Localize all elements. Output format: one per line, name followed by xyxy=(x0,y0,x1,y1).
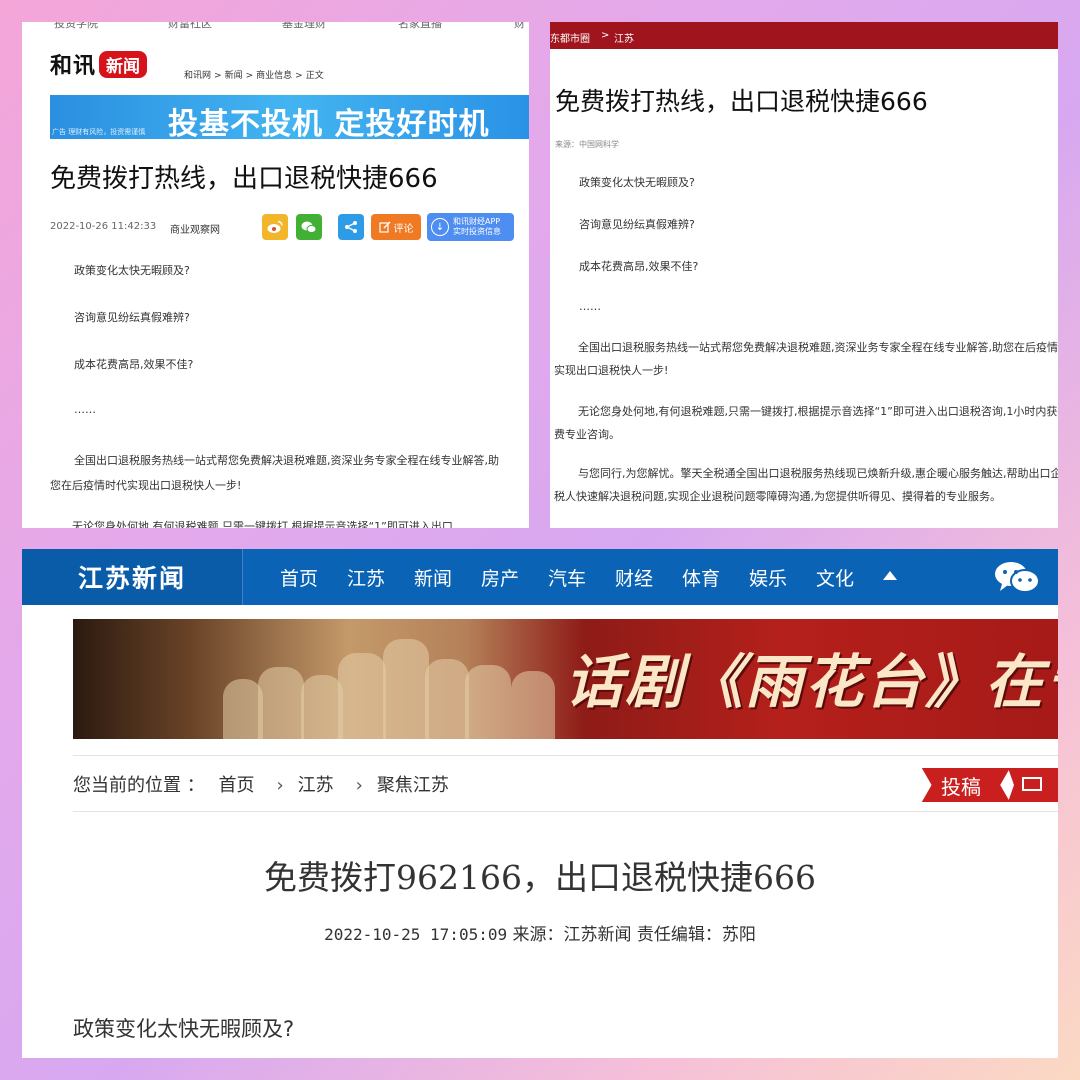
comment-label: 评论 xyxy=(393,223,414,235)
breadcrumb-separator: > xyxy=(214,71,222,81)
sculpture-figure xyxy=(258,667,304,739)
ad-banner[interactable]: 投基不投机 定投好时机 广告 理财有风险，投资需谨慎 xyxy=(50,95,529,142)
hero-title: 话剧《雨花台》在宁 xyxy=(565,648,1058,716)
breadcrumb-item[interactable]: 东都市圈 xyxy=(550,30,590,45)
paragraph: 政策变化太快无暇顾及? xyxy=(74,264,190,277)
weibo-icon xyxy=(267,220,283,233)
paragraph: 成本花费高昂,效果不佳? xyxy=(74,358,194,371)
wechat-icon[interactable] xyxy=(994,560,1040,594)
jiangsu-article-screenshot: 江苏新闻 首页 江苏 新闻 房产 汽车 财经 体育 娱乐 文化 话剧《雨花台》在… xyxy=(22,549,1058,1058)
hexun-logo[interactable]: 和讯 新闻 xyxy=(50,50,148,79)
paragraph: 成本花费高昂,效果不佳? xyxy=(579,260,699,273)
edit-icon xyxy=(378,221,390,233)
breadcrumb-item[interactable]: 首页 xyxy=(218,775,254,796)
sculpture-figure xyxy=(223,679,263,739)
sculpture-figure xyxy=(383,639,429,739)
breadcrumb-item[interactable]: 江苏 xyxy=(298,775,334,796)
paragraph: 无论您身处何地,有何退税难题,只需一键拨打,根据提示音选择“1”即可进入出口退税… xyxy=(554,405,1058,441)
app-download-button[interactable]: ↓ 和讯财经APP 实时投资信息 xyxy=(427,213,514,241)
chevron-right-icon: › xyxy=(276,775,284,796)
divider xyxy=(73,755,1058,756)
top-nav: 投资学院 财富社区 基金理财 名家直播 财 xyxy=(22,22,529,31)
top-nav-item[interactable]: 基金理财 xyxy=(282,22,326,31)
nav-item[interactable]: 财经 xyxy=(615,564,653,591)
dongfang-article-screenshot: 东都市圈 > 江苏 免费拨打热线，出口退税快捷666 来源：中国网科学 政策变化… xyxy=(550,22,1058,528)
collapse-arrow-icon[interactable] xyxy=(883,571,897,580)
logo-brand: 和讯 xyxy=(50,54,97,79)
main-nav: 江苏新闻 首页 江苏 新闻 房产 汽车 财经 体育 娱乐 文化 xyxy=(22,549,1058,605)
sculpture-figure xyxy=(338,653,386,739)
sculpture-figure xyxy=(425,659,469,739)
location-label: 您当前的位置 ： xyxy=(73,775,205,796)
mail-button[interactable] xyxy=(1008,768,1058,802)
wechat-share-button[interactable] xyxy=(296,214,322,240)
site-logo[interactable]: 江苏新闻 xyxy=(22,549,243,605)
nav-item[interactable]: 体育 xyxy=(682,564,720,591)
breadcrumb-item[interactable]: 新闻 xyxy=(225,71,243,81)
paragraph: 政策变化太快无暇顾及? xyxy=(579,176,695,189)
download-icon: ↓ xyxy=(431,218,449,236)
breadcrumb-separator: > xyxy=(245,71,254,81)
top-nav-item[interactable]: 投资学院 xyxy=(54,22,98,31)
article-title: 免费拨打热线，出口退税快捷666 xyxy=(555,87,928,116)
channel-bar: 东都市圈 > 江苏 xyxy=(550,22,1058,49)
article-title: 免费拨打热线，出口退税快捷666 xyxy=(50,164,438,194)
paragraph: 咨询意见纷纭真假难辨? xyxy=(579,218,695,231)
hero-banner[interactable]: 话剧《雨花台》在宁 xyxy=(73,619,1058,739)
nav-item[interactable]: 首页 xyxy=(280,564,318,591)
nav-item[interactable]: 江苏 xyxy=(347,564,385,591)
nav-item[interactable]: 汽车 xyxy=(548,564,586,591)
breadcrumb-item[interactable]: 商业信息 xyxy=(256,71,292,81)
sculpture-figure xyxy=(465,665,511,739)
paragraph: …… xyxy=(74,403,96,416)
breadcrumb-item: 正文 xyxy=(305,71,324,81)
share-icon xyxy=(345,221,357,233)
article-date: 2022-10-26 11:42:33 xyxy=(50,221,157,232)
paragraph: 咨询意见纷纭真假难辨? xyxy=(74,311,190,324)
paragraph-cut-off: 无论您身处何地,有何退税难题,只需一键拨打,根据提示音选择“1”即可进入出口 xyxy=(72,520,453,528)
app-tagline: 实时投资信息 xyxy=(453,227,501,236)
submit-article-button[interactable]: 投稿 xyxy=(921,768,1010,802)
app-name: 和讯财经APP xyxy=(453,217,501,226)
top-nav-item[interactable]: 财富社区 xyxy=(168,22,212,31)
breadcrumb: 和讯网 > 新闻 > 商业信息 > 正文 xyxy=(184,68,327,81)
chevron-right-icon: › xyxy=(355,775,363,796)
breadcrumb: 您当前的位置 ： 首页 › 江苏 › 聚焦江苏 xyxy=(73,771,457,797)
article-datetime: 2022-10-25 17:05:09 xyxy=(324,925,508,944)
nav-item[interactable]: 房产 xyxy=(481,564,519,591)
article-source-editor: 来源：江苏新闻 责任编辑：苏阳 xyxy=(512,925,756,945)
ad-disclaimer: 广告 理财有风险，投资需谨慎 xyxy=(52,128,146,136)
share-button[interactable] xyxy=(338,214,364,240)
weibo-share-button[interactable] xyxy=(262,214,288,240)
nav-item[interactable]: 娱乐 xyxy=(749,564,787,591)
nav-item[interactable]: 新闻 xyxy=(414,564,452,591)
comment-button[interactable]: 评论 xyxy=(371,214,421,240)
wechat-icon xyxy=(301,221,317,234)
top-nav-item[interactable]: 名家直播 xyxy=(398,22,442,31)
article-meta: 2022-10-25 17:05:09 来源：江苏新闻 责任编辑：苏阳 xyxy=(22,920,1058,945)
mail-icon xyxy=(1022,777,1042,791)
sculpture-figure xyxy=(301,675,343,739)
nav-item[interactable]: 文化 xyxy=(816,564,854,591)
top-nav-item[interactable]: 财 xyxy=(514,22,525,31)
breadcrumb-item[interactable]: 和讯网 xyxy=(184,71,211,81)
paragraph: …… xyxy=(579,300,601,313)
divider xyxy=(73,811,1058,812)
logo-badge: 新闻 xyxy=(99,50,148,78)
breadcrumb-separator: > xyxy=(601,30,610,41)
breadcrumb-item[interactable]: 江苏 xyxy=(614,30,634,45)
article-source: 来源：中国网科学 xyxy=(555,140,619,149)
sculpture-figure xyxy=(511,671,555,739)
paragraph: 全国出口退税服务热线一站式帮您免费解决退税难题,资深业务专家全程在线专业解答,助… xyxy=(50,454,499,492)
ad-headline: 投基不投机 定投好时机 xyxy=(168,107,490,142)
breadcrumb-item[interactable]: 聚焦江苏 xyxy=(377,775,449,796)
paragraph: 政策变化太快无暇顾及? xyxy=(73,1017,295,1041)
hexun-article-screenshot: 投资学院 财富社区 基金理财 名家直播 财 和讯 新闻 和讯网 > 新闻 > 商业信息 >… xyxy=(22,22,529,528)
paragraph: 全国出口退税服务热线一站式帮您免费解决退税难题,资深业务专家全程在线专业解答,助… xyxy=(554,341,1058,377)
breadcrumb-separator: > xyxy=(295,71,303,81)
article-source[interactable]: 商业观察网 xyxy=(170,221,220,236)
article-title: 免费拨打962166，出口退税快捷666 xyxy=(264,858,816,897)
paragraph: 与您同行,为您解忧。擎天全税通全国出口退税服务热线现已焕新升级,惠企暖心服务触达… xyxy=(554,467,1058,503)
